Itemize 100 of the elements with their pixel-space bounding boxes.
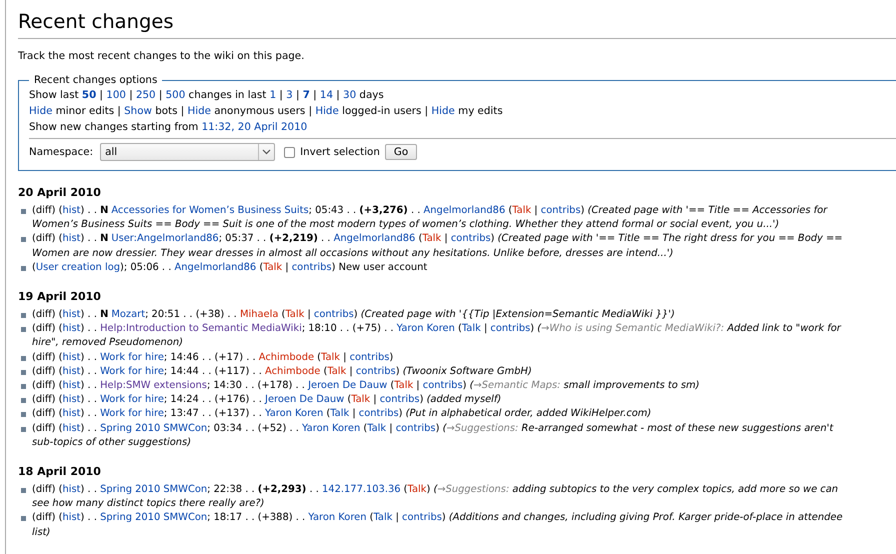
current-option-link[interactable]: 7 bbox=[302, 89, 310, 101]
wiki-link[interactable]: Angelmorland86 bbox=[174, 262, 256, 273]
wiki-link[interactable]: Hide bbox=[187, 105, 211, 117]
wiki-link[interactable]: Talk bbox=[374, 512, 392, 524]
missing-page-link[interactable]: Talk bbox=[285, 309, 304, 320]
section-link[interactable]: →Suggestions: bbox=[437, 484, 510, 496]
missing-page-link[interactable]: Talk bbox=[512, 205, 532, 216]
wiki-link[interactable]: contribs bbox=[490, 323, 530, 334]
entry-text: ) . . bbox=[80, 408, 98, 420]
wiki-link[interactable]: 250 bbox=[136, 89, 156, 101]
wiki-link[interactable]: hist bbox=[62, 394, 81, 406]
wiki-link[interactable]: Hide bbox=[29, 105, 52, 117]
missing-page-link[interactable]: Talk bbox=[351, 394, 370, 406]
invert-label[interactable]: Invert selection bbox=[300, 146, 380, 158]
wiki-link[interactable]: 30 bbox=[343, 89, 356, 101]
wiki-link[interactable]: hist bbox=[62, 352, 81, 363]
wiki-link[interactable]: hist bbox=[62, 233, 81, 244]
missing-page-link[interactable]: Mihaela bbox=[240, 309, 278, 320]
wiki-link[interactable]: Hide bbox=[315, 105, 339, 117]
wiki-link[interactable]: hist bbox=[62, 309, 81, 320]
wiki-link[interactable]: contribs bbox=[396, 422, 436, 434]
wiki-link[interactable]: Jeroen De Dauw bbox=[265, 394, 344, 406]
wiki-link[interactable]: 500 bbox=[166, 89, 186, 101]
section-link[interactable]: →Who is using Semantic MediaWiki?: bbox=[541, 323, 724, 334]
entry-text: . . bbox=[308, 484, 320, 496]
missing-page-link[interactable]: Talk bbox=[327, 366, 346, 377]
wiki-link[interactable]: contribs bbox=[380, 394, 420, 406]
wiki-link[interactable]: Spring 2010 SMWCon bbox=[100, 484, 208, 496]
wiki-link[interactable]: Yaron Koren bbox=[302, 422, 360, 434]
wiki-link[interactable]: hist bbox=[62, 422, 81, 434]
wiki-link[interactable]: hist bbox=[62, 366, 81, 377]
missing-page-link[interactable]: Talk bbox=[394, 380, 414, 392]
wiki-link[interactable]: hist bbox=[62, 205, 81, 216]
visited-link[interactable]: Help:SMW extensions bbox=[100, 380, 207, 392]
missing-page-link[interactable]: Talk bbox=[321, 352, 340, 363]
invert-checkbox[interactable] bbox=[284, 146, 296, 158]
section-link[interactable]: →Suggestions: bbox=[446, 422, 518, 434]
current-option-link[interactable]: 50 bbox=[82, 89, 96, 101]
missing-page-link[interactable]: Achimbode bbox=[258, 352, 314, 363]
wiki-link[interactable]: 11:32, 20 April 2010 bbox=[202, 121, 308, 133]
wiki-link[interactable]: hist bbox=[62, 484, 81, 496]
missing-page-link[interactable]: Achimbode bbox=[265, 366, 320, 377]
wiki-link[interactable]: Angelmorland86 bbox=[424, 205, 506, 216]
wiki-link[interactable]: hist bbox=[62, 408, 81, 420]
missing-page-link[interactable]: Talk bbox=[422, 233, 442, 244]
go-button[interactable]: Go bbox=[384, 144, 418, 160]
wiki-link[interactable]: contribs bbox=[314, 309, 354, 320]
entry-text: (diff) ( bbox=[32, 484, 63, 496]
wiki-link[interactable]: 3 bbox=[286, 89, 293, 101]
wiki-link[interactable]: contribs bbox=[350, 352, 390, 363]
wiki-link[interactable]: Jeroen De Dauw bbox=[308, 380, 388, 392]
wiki-link[interactable]: Yaron Koren bbox=[265, 408, 324, 420]
section-link[interactable]: →Semantic Maps: bbox=[473, 380, 561, 392]
wiki-link[interactable]: hist bbox=[62, 512, 81, 524]
wiki-link[interactable]: Accessories for Women’s Business Suits bbox=[111, 205, 309, 216]
wiki-link[interactable]: Show bbox=[124, 105, 152, 117]
wiki-link[interactable]: contribs bbox=[402, 512, 442, 524]
entry-text: ( bbox=[389, 380, 394, 392]
entry-text: days bbox=[358, 89, 384, 101]
visited-link[interactable]: Help:Introduction to Semantic MediaWiki bbox=[100, 323, 302, 334]
wiki-link[interactable]: 142.177.103.36 bbox=[322, 484, 401, 496]
wiki-link[interactable]: Mozart bbox=[111, 309, 146, 320]
edit-summary: ( bbox=[537, 323, 542, 334]
wiki-link[interactable]: contribs bbox=[450, 233, 491, 244]
wiki-link[interactable]: Yaron Koren bbox=[396, 323, 455, 334]
wiki-link[interactable]: contribs bbox=[358, 408, 399, 420]
wiki-link[interactable]: Spring 2010 SMWCon bbox=[100, 512, 208, 524]
wiki-link[interactable]: contribs bbox=[356, 366, 396, 377]
new-page-letter: N bbox=[100, 233, 108, 244]
entry-text: ) . . bbox=[80, 422, 98, 434]
wiki-link[interactable]: contribs bbox=[540, 205, 581, 216]
entry-text: ) bbox=[442, 512, 447, 524]
entry-text: ) bbox=[354, 309, 359, 320]
wiki-link[interactable]: Angelmorland86 bbox=[334, 233, 416, 244]
wiki-link[interactable]: 100 bbox=[106, 89, 126, 101]
wiki-link[interactable]: Talk bbox=[367, 422, 386, 434]
wiki-link[interactable]: 1 bbox=[270, 89, 276, 101]
wiki-link[interactable]: hist bbox=[62, 380, 81, 392]
edit-summary: ( bbox=[442, 422, 446, 434]
entry-text: (diff) ( bbox=[32, 352, 63, 363]
wiki-link[interactable]: contribs bbox=[292, 262, 332, 273]
wiki-link[interactable]: 14 bbox=[320, 89, 334, 101]
wiki-link[interactable]: Hide bbox=[431, 105, 455, 117]
wiki-link[interactable]: contribs bbox=[422, 380, 463, 392]
namespace-dropdown[interactable]: all bbox=[100, 143, 276, 161]
wiki-link[interactable]: Work for hire bbox=[100, 394, 164, 406]
wiki-link[interactable]: Talk bbox=[330, 408, 350, 420]
entry-text: ( bbox=[322, 366, 328, 377]
wiki-link[interactable]: Talk bbox=[462, 323, 481, 334]
wiki-link[interactable]: User creation log bbox=[36, 262, 120, 273]
missing-page-link[interactable]: Talk bbox=[263, 262, 282, 273]
wiki-link[interactable]: Work for hire bbox=[100, 408, 164, 420]
wiki-link[interactable]: Spring 2010 SMWCon bbox=[100, 422, 208, 434]
wiki-link[interactable]: Work for hire bbox=[100, 352, 164, 363]
missing-page-link[interactable]: Talk bbox=[408, 484, 426, 496]
wiki-link[interactable]: hist bbox=[62, 323, 81, 334]
wiki-link[interactable]: User:Angelmorland86 bbox=[111, 233, 219, 244]
wiki-link[interactable]: Yaron Koren bbox=[308, 512, 367, 524]
wiki-link[interactable]: Work for hire bbox=[100, 366, 164, 377]
entry-text: ) . . bbox=[80, 352, 98, 363]
